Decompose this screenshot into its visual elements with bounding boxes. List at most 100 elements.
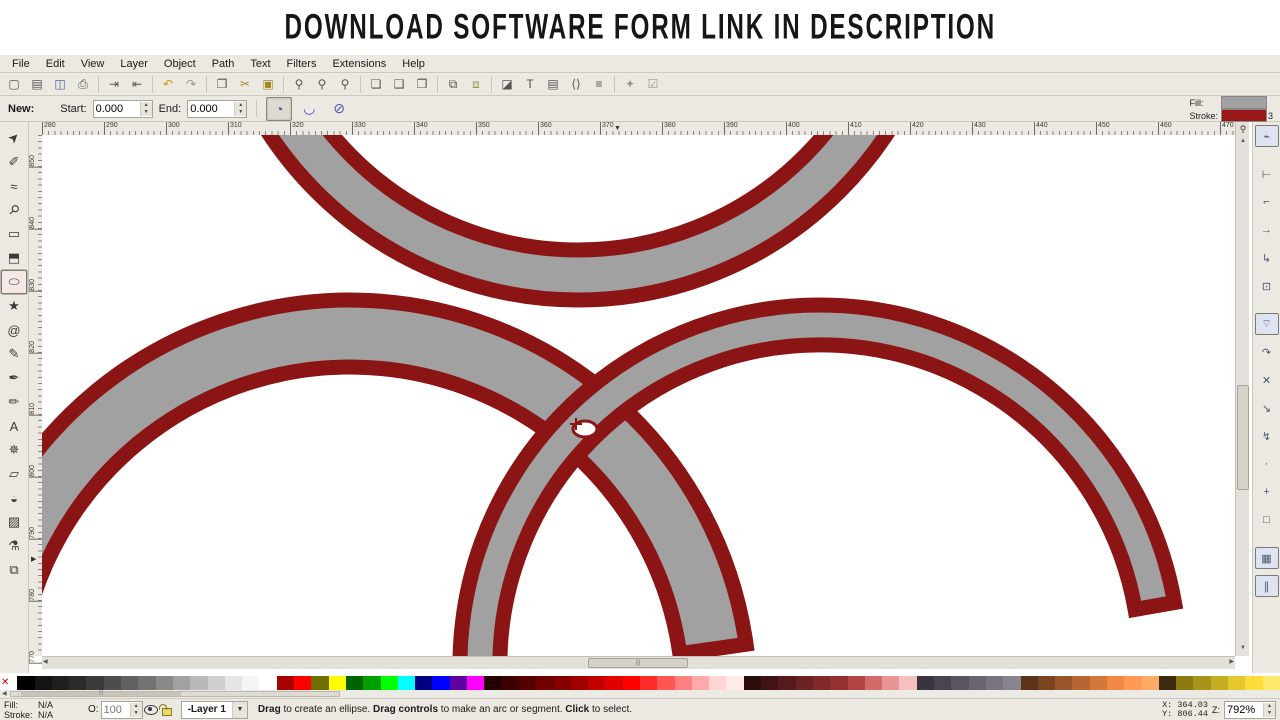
palette-swatch[interactable]	[1193, 676, 1210, 690]
box-3d-tool[interactable]: ⬒	[1, 246, 27, 270]
menu-view[interactable]: View	[73, 57, 113, 71]
palette-scrollbar[interactable]: ◀ |||	[0, 690, 1280, 698]
end-input[interactable]	[188, 102, 234, 116]
palette-swatch[interactable]	[121, 676, 138, 690]
palette-swatch[interactable]	[242, 676, 259, 690]
palette-swatch[interactable]	[623, 676, 640, 690]
align-dialog-icon[interactable]: ≡	[588, 74, 610, 95]
opacity-input[interactable]	[102, 703, 130, 717]
eraser-tool[interactable]: ▱	[1, 462, 27, 486]
document-properties-icon[interactable]: ☑	[642, 74, 664, 95]
palette-swatch[interactable]	[138, 676, 155, 690]
new-document-icon[interactable]: ▢	[3, 74, 25, 95]
palette-swatch[interactable]	[917, 676, 934, 690]
spray-tool[interactable]: ✵	[1, 438, 27, 462]
palette-scroll-thumb[interactable]: |||	[21, 692, 181, 696]
palette-swatch[interactable]	[709, 676, 726, 690]
ellipse-tool[interactable]: ⬭	[1, 270, 27, 294]
palette-swatch[interactable]	[190, 676, 207, 690]
layers-dialog-icon[interactable]: ▤	[542, 74, 564, 95]
end-spinner[interactable]: ▲▼	[234, 102, 246, 116]
snap-path-button[interactable]: ↷	[1255, 341, 1279, 363]
palette-swatch[interactable]	[726, 676, 743, 690]
palette-swatch[interactable]	[156, 676, 173, 690]
calligraphy-tool[interactable]: ✏	[1, 390, 27, 414]
undo-icon[interactable]: ↶	[157, 74, 179, 95]
palette-swatch[interactable]	[311, 676, 328, 690]
palette-swatch[interactable]	[1055, 676, 1072, 690]
palette-swatch[interactable]	[69, 676, 86, 690]
palette-swatch[interactable]	[329, 676, 346, 690]
palette-swatch[interactable]	[951, 676, 968, 690]
horizontal-scroll-thumb[interactable]: |||	[588, 658, 688, 668]
zoom-corner-icon[interactable]: ⚲	[1237, 123, 1249, 136]
menu-object[interactable]: Object	[156, 57, 204, 71]
palette-swatch[interactable]	[882, 676, 899, 690]
gradient-tool[interactable]: ▨	[1, 510, 27, 534]
palette-swatch[interactable]	[0, 676, 17, 690]
copy-icon[interactable]: ❐	[211, 74, 233, 95]
palette-swatch[interactable]	[1107, 676, 1124, 690]
layer-lock-toggle[interactable]	[159, 703, 175, 717]
vertical-ruler[interactable]: 850840830820810800790780770760750	[29, 135, 43, 656]
palette-swatch[interactable]	[104, 676, 121, 690]
layer-visibility-toggle[interactable]	[143, 703, 159, 717]
snap-bbox-center-button[interactable]: ⊡	[1255, 275, 1279, 297]
palette-swatch[interactable]	[467, 676, 484, 690]
palette-swatch[interactable]	[605, 676, 622, 690]
palette-swatch[interactable]	[86, 676, 103, 690]
palette-swatch[interactable]	[173, 676, 190, 690]
palette-swatch[interactable]	[363, 676, 380, 690]
xml-editor-icon[interactable]: ⟨⟩	[565, 74, 587, 95]
start-input[interactable]	[94, 102, 140, 116]
start-spinbox[interactable]: ▲▼	[93, 100, 153, 118]
palette-swatch[interactable]	[17, 676, 34, 690]
palette-swatch[interactable]	[813, 676, 830, 690]
palette-swatch[interactable]	[1176, 676, 1193, 690]
palette-swatch[interactable]	[294, 676, 311, 690]
mode-whole-ellipse-button[interactable]: ⊘	[326, 97, 352, 121]
palette-swatch[interactable]	[830, 676, 847, 690]
redo-icon[interactable]: ↷	[180, 74, 202, 95]
palette-swatch[interactable]	[1211, 676, 1228, 690]
fill-swatch[interactable]	[1221, 96, 1267, 109]
palette-swatch[interactable]	[1245, 676, 1262, 690]
palette-swatch[interactable]	[675, 676, 692, 690]
palette-swatch[interactable]	[571, 676, 588, 690]
pencil-tool[interactable]: ✎	[1, 342, 27, 366]
snap-cusp-node-button[interactable]: ↘	[1255, 397, 1279, 419]
print-icon[interactable]: ⎙	[72, 74, 94, 95]
preferences-icon[interactable]: ✦	[619, 74, 641, 95]
palette-swatch[interactable]	[554, 676, 571, 690]
palette-swatch[interactable]	[778, 676, 795, 690]
scroll-left-arrow[interactable]: ◀	[43, 658, 48, 665]
palette-swatch[interactable]	[1072, 676, 1089, 690]
opacity-spinner[interactable]: ▲▼	[130, 703, 142, 717]
zoom-drawing-icon[interactable]: ⚲	[311, 74, 333, 95]
palette-swatch[interactable]	[1090, 676, 1107, 690]
palette-swatch[interactable]	[1038, 676, 1055, 690]
zoom-input[interactable]	[1225, 703, 1263, 717]
export-icon[interactable]: ⇤	[126, 74, 148, 95]
unlink-clone-icon[interactable]: ❒	[411, 74, 433, 95]
palette-swatch[interactable]	[415, 676, 432, 690]
snap-node-button[interactable]: ⌔	[1255, 313, 1279, 335]
stroke-swatch[interactable]	[1221, 109, 1267, 122]
palette-swatch[interactable]	[934, 676, 951, 690]
palette-swatch[interactable]	[865, 676, 882, 690]
zoom-spinbox[interactable]: ▲▼	[1224, 701, 1276, 719]
mode-arc-button[interactable]: ◡	[296, 97, 322, 121]
palette-swatch[interactable]	[450, 676, 467, 690]
snap-guide-button[interactable]: ∥	[1255, 575, 1279, 597]
palette-swatch[interactable]	[277, 676, 294, 690]
menu-help[interactable]: Help	[394, 57, 433, 71]
text-dialog-icon[interactable]: T	[519, 74, 541, 95]
snap-grid-button[interactable]: ▦	[1255, 547, 1279, 569]
paste-icon[interactable]: ▣	[257, 74, 279, 95]
palette-swatch[interactable]	[398, 676, 415, 690]
vertical-scrollbar[interactable]: ⚲ ▲ ▼	[1235, 122, 1249, 656]
snap-object-center-button[interactable]: +	[1255, 481, 1279, 503]
snap-midpoint-button[interactable]: ·	[1255, 453, 1279, 475]
palette-swatch[interactable]	[761, 676, 778, 690]
snap-rotation-center-button[interactable]: □	[1255, 509, 1279, 531]
